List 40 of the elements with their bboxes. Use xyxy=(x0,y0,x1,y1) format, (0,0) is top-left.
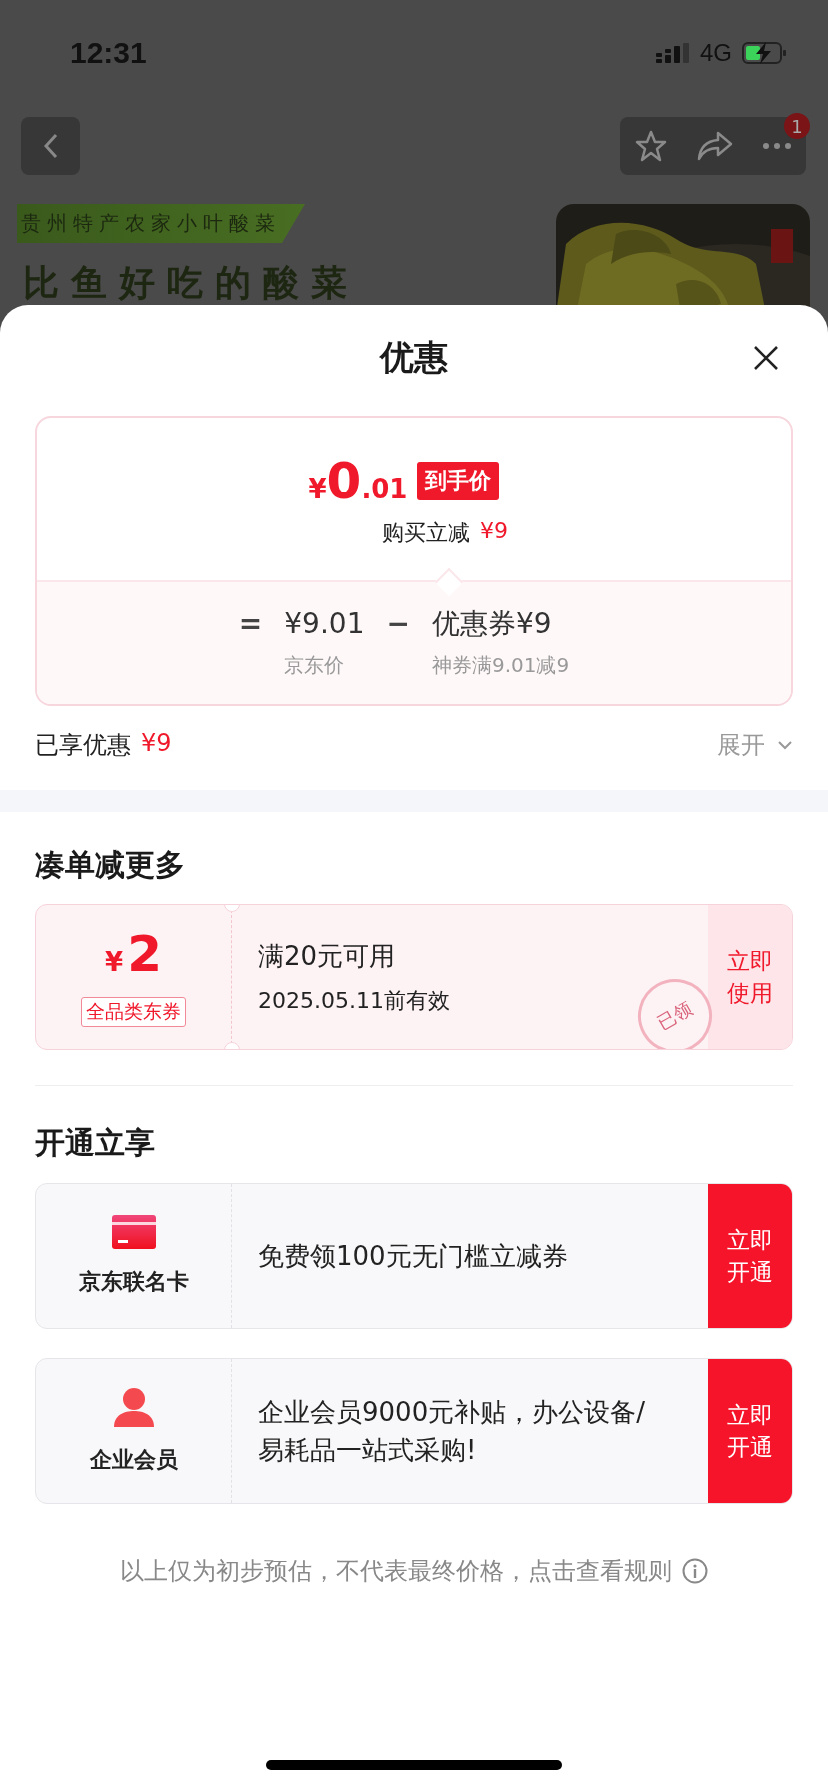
activate-button[interactable]: 立即开通 xyxy=(708,1184,792,1328)
product-headline: 比鱼好吃的酸菜 xyxy=(22,261,359,305)
membership-name: 企业会员 xyxy=(89,1446,178,1474)
use-now-button[interactable]: 立即使用 xyxy=(708,905,792,1049)
price-term-label: 京东价 xyxy=(284,652,346,679)
instant-discount-amount: ¥9 xyxy=(480,518,508,545)
more-icon[interactable] xyxy=(761,142,792,150)
coupon-validity: 2025.05.11前有效 xyxy=(258,986,450,1015)
final-price: ¥0.01 xyxy=(308,454,408,508)
final-price-tag: 到手价 xyxy=(417,462,500,500)
sheet-title: 优惠 xyxy=(380,335,448,379)
disclaimer-text[interactable]: 以上仅为初步预估，不代表最终价格，点击查看规则 xyxy=(120,1554,672,1588)
price-term-value: ¥9.01 xyxy=(284,606,365,642)
back-button[interactable] xyxy=(21,117,80,175)
membership-benefit: 免费领100元无门槛立减券 xyxy=(258,1240,568,1273)
credit-card-icon xyxy=(111,1215,156,1249)
notification-badge: 1 xyxy=(784,113,810,139)
expand-button[interactable]: 展开 xyxy=(717,729,793,761)
network-label: 4G xyxy=(700,39,732,67)
operator-sign: = xyxy=(238,606,263,642)
instant-discount-label: 购买立减 xyxy=(382,519,470,547)
coupon-amount: ¥2 xyxy=(105,927,162,985)
enjoyed-discount-amount: ¥9 xyxy=(141,729,172,759)
enjoyed-discount-label: 已享优惠 xyxy=(35,730,131,761)
section-title: 开通立享 xyxy=(34,1124,156,1160)
operator-sign: − xyxy=(386,606,410,642)
battery-charging-icon xyxy=(742,41,788,65)
chevron-icon[interactable] xyxy=(777,740,793,750)
price-term-value: 优惠券¥9 xyxy=(431,606,553,642)
person-icon xyxy=(111,1387,156,1427)
status-time: 12:31 xyxy=(70,36,147,70)
section-title: 凑单减更多 xyxy=(34,846,186,882)
activate-button[interactable]: 立即开通 xyxy=(708,1359,792,1503)
info-icon[interactable] xyxy=(682,1558,708,1584)
price-term-label: 神券满9.01减9 xyxy=(431,652,570,679)
coupon-condition: 满20元可用 xyxy=(258,939,396,973)
signal-icon xyxy=(656,43,690,63)
membership-name: 京东联名卡 xyxy=(78,1268,189,1296)
coupon-type-tag: 全品类东券 xyxy=(81,997,186,1027)
membership-benefit: 企业会员9000元补贴，办公设备/易耗品一站式采购! xyxy=(258,1396,646,1467)
